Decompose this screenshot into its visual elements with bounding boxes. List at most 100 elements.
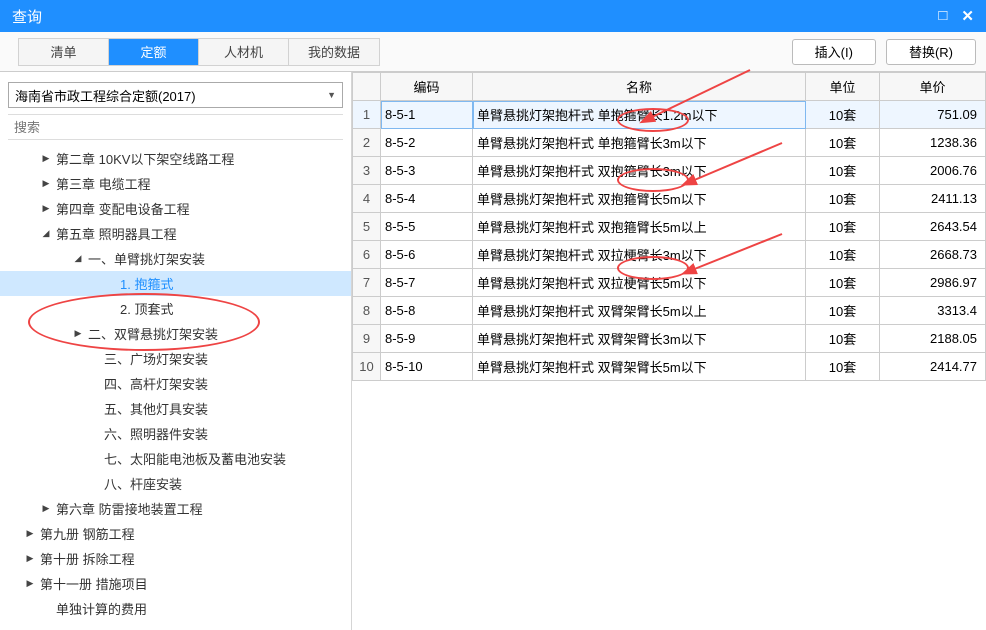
search-input[interactable]	[8, 114, 343, 140]
cell-code[interactable]: 8-5-6	[381, 241, 473, 269]
cell-price[interactable]: 751.09	[880, 101, 986, 129]
cell-name[interactable]: 单臂悬挑灯架抱杆式 双拉梗臂长3m以下	[473, 241, 806, 269]
tree-item[interactable]: ▶第三章 电缆工程	[0, 171, 351, 196]
tree-item[interactable]: 四、高杆灯架安装	[0, 371, 351, 396]
library-dropdown[interactable]: 海南省市政工程综合定额(2017) ▼	[8, 82, 343, 108]
cell-unit[interactable]: 10套	[806, 129, 880, 157]
cell-name[interactable]: 单臂悬挑灯架抱杆式 双臂架臂长5m以上	[473, 297, 806, 325]
cell-unit[interactable]: 10套	[806, 185, 880, 213]
cell-unit[interactable]: 10套	[806, 213, 880, 241]
table-row[interactable]: 78-5-7单臂悬挑灯架抱杆式 双拉梗臂长5m以下10套2986.97	[353, 269, 986, 297]
tree-item-label: 第二章 10KV以下架空线路工程	[56, 149, 234, 168]
cell-name[interactable]: 单臂悬挑灯架抱杆式 双拉梗臂长5m以下	[473, 269, 806, 297]
table-row[interactable]: 68-5-6单臂悬挑灯架抱杆式 双拉梗臂长3m以下10套2668.73	[353, 241, 986, 269]
cell-name[interactable]: 单臂悬挑灯架抱杆式 双抱箍臂长5m以下	[473, 185, 806, 213]
row-number: 4	[353, 185, 381, 213]
cell-price[interactable]: 2668.73	[880, 241, 986, 269]
tree-item[interactable]: ◢第五章 照明器具工程	[0, 221, 351, 246]
cell-code[interactable]: 8-5-7	[381, 269, 473, 297]
results-table: 编码 名称 单位 单价 18-5-1单臂悬挑灯架抱杆式 单抱箍臂长1.2m以下1…	[352, 72, 986, 381]
tree-item[interactable]: 2. 顶套式	[0, 296, 351, 321]
cell-price[interactable]: 2006.76	[880, 157, 986, 185]
cell-price[interactable]: 1238.36	[880, 129, 986, 157]
cell-name[interactable]: 单臂悬挑灯架抱杆式 双臂架臂长5m以下	[473, 353, 806, 381]
tree-item[interactable]: ▶第四章 变配电设备工程	[0, 196, 351, 221]
tree-item[interactable]: ◢一、单臂挑灯架安装	[0, 246, 351, 271]
tree-toggle-icon[interactable]: ▶	[24, 528, 36, 539]
table-row[interactable]: 38-5-3单臂悬挑灯架抱杆式 双抱箍臂长3m以下10套2006.76	[353, 157, 986, 185]
tree-toggle-icon[interactable]: ▶	[24, 578, 36, 589]
tab-list[interactable]: 清单	[19, 39, 109, 65]
tab-materials[interactable]: 人材机	[199, 39, 289, 65]
tab-quota[interactable]: 定额	[109, 39, 199, 65]
tree-item[interactable]: ▶第六章 防雷接地装置工程	[0, 496, 351, 521]
table-row[interactable]: 88-5-8单臂悬挑灯架抱杆式 双臂架臂长5m以上10套3313.4	[353, 297, 986, 325]
tree-item[interactable]: 三、广场灯架安装	[0, 346, 351, 371]
cell-name[interactable]: 单臂悬挑灯架抱杆式 单抱箍臂长3m以下	[473, 129, 806, 157]
tree-item[interactable]: ▶二、双臂悬挑灯架安装	[0, 321, 351, 346]
tree-item-label: 2. 顶套式	[120, 299, 173, 318]
table-row[interactable]: 98-5-9单臂悬挑灯架抱杆式 双臂架臂长3m以下10套2188.05	[353, 325, 986, 353]
maximize-icon[interactable]: □	[938, 7, 947, 25]
tree-toggle-icon[interactable]: ▶	[24, 553, 36, 564]
code-header[interactable]: 编码	[381, 73, 473, 101]
tree-toggle-icon[interactable]: ◢	[72, 253, 84, 264]
cell-code[interactable]: 8-5-4	[381, 185, 473, 213]
tree-toggle-icon[interactable]: ▶	[40, 203, 52, 214]
insert-button[interactable]: 插入(I)	[792, 39, 876, 65]
cell-name[interactable]: 单臂悬挑灯架抱杆式 双臂架臂长3m以下	[473, 325, 806, 353]
replace-button[interactable]: 替换(R)	[886, 39, 976, 65]
tree-toggle-icon[interactable]: ▶	[40, 153, 52, 164]
tree-item[interactable]: ▶ 第二章 10KV以下架空线路工程	[0, 146, 351, 171]
tree-item[interactable]: 七、太阳能电池板及蓄电池安装	[0, 446, 351, 471]
cell-name[interactable]: 单臂悬挑灯架抱杆式 双抱箍臂长3m以下	[473, 157, 806, 185]
tree-item[interactable]: 1. 抱箍式	[0, 271, 351, 296]
table-row[interactable]: 48-5-4单臂悬挑灯架抱杆式 双抱箍臂长5m以下10套2411.13	[353, 185, 986, 213]
row-number: 1	[353, 101, 381, 129]
tree-item[interactable]: 五、其他灯具安装	[0, 396, 351, 421]
cell-code[interactable]: 8-5-9	[381, 325, 473, 353]
cell-unit[interactable]: 10套	[806, 297, 880, 325]
tab-mydata[interactable]: 我的数据	[289, 39, 379, 65]
cell-unit[interactable]: 10套	[806, 241, 880, 269]
cell-unit[interactable]: 10套	[806, 101, 880, 129]
cell-price[interactable]: 3313.4	[880, 297, 986, 325]
tree-toggle-icon[interactable]: ▶	[72, 328, 84, 339]
cell-name[interactable]: 单臂悬挑灯架抱杆式 双抱箍臂长5m以上	[473, 213, 806, 241]
table-row[interactable]: 58-5-5单臂悬挑灯架抱杆式 双抱箍臂长5m以上10套2643.54	[353, 213, 986, 241]
cell-price[interactable]: 2643.54	[880, 213, 986, 241]
tree-toggle-icon[interactable]: ▶	[40, 503, 52, 514]
table-row[interactable]: 18-5-1单臂悬挑灯架抱杆式 单抱箍臂长1.2m以下10套751.09	[353, 101, 986, 129]
cell-unit[interactable]: 10套	[806, 325, 880, 353]
price-header[interactable]: 单价	[880, 73, 986, 101]
table-row[interactable]: 28-5-2单臂悬挑灯架抱杆式 单抱箍臂长3m以下10套1238.36	[353, 129, 986, 157]
cell-name[interactable]: 单臂悬挑灯架抱杆式 单抱箍臂长1.2m以下	[473, 101, 806, 129]
cell-code[interactable]: 8-5-10	[381, 353, 473, 381]
cell-price[interactable]: 2188.05	[880, 325, 986, 353]
cell-price[interactable]: 2986.97	[880, 269, 986, 297]
tree-item[interactable]: ▶第九册 钢筋工程	[0, 521, 351, 546]
tree-toggle-icon[interactable]: ◢	[40, 228, 52, 239]
tree-toggle-icon[interactable]: ▶	[40, 178, 52, 189]
unit-header[interactable]: 单位	[806, 73, 880, 101]
cell-code[interactable]: 8-5-5	[381, 213, 473, 241]
row-number: 7	[353, 269, 381, 297]
close-icon[interactable]: ✕	[961, 7, 974, 25]
cell-unit[interactable]: 10套	[806, 157, 880, 185]
tree-item[interactable]: 单独计算的费用	[0, 596, 351, 621]
cell-price[interactable]: 2411.13	[880, 185, 986, 213]
cell-code[interactable]: 8-5-2	[381, 129, 473, 157]
tree-item[interactable]: ▶第十一册 措施项目	[0, 571, 351, 596]
tree-item[interactable]: ▶第十册 拆除工程	[0, 546, 351, 571]
cell-code[interactable]: 8-5-1	[381, 101, 473, 129]
cell-unit[interactable]: 10套	[806, 353, 880, 381]
cell-code[interactable]: 8-5-8	[381, 297, 473, 325]
name-header[interactable]: 名称	[473, 73, 806, 101]
cell-unit[interactable]: 10套	[806, 269, 880, 297]
table-row[interactable]: 108-5-10单臂悬挑灯架抱杆式 双臂架臂长5m以下10套2414.77	[353, 353, 986, 381]
cell-price[interactable]: 2414.77	[880, 353, 986, 381]
tree-item[interactable]: 六、照明器件安装	[0, 421, 351, 446]
tree-item[interactable]: 八、杆座安装	[0, 471, 351, 496]
row-number: 5	[353, 213, 381, 241]
cell-code[interactable]: 8-5-3	[381, 157, 473, 185]
